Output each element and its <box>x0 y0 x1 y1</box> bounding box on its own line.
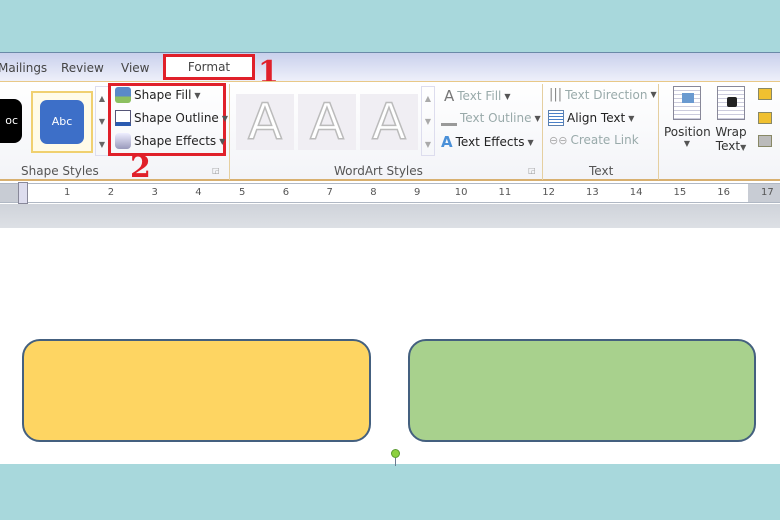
align-text-icon <box>548 110 564 126</box>
text-direction-button[interactable]: ||| Text Direction ▼ <box>549 87 657 102</box>
group-label-text: Text <box>589 164 614 178</box>
selection-pane-icon[interactable] <box>758 135 772 147</box>
shape-outline-label: Shape Outline <box>134 111 219 125</box>
create-link-button[interactable]: ⊖⊖ Create Link <box>549 133 639 147</box>
dialog-launcher-icon[interactable]: ◲ <box>528 166 536 175</box>
text-fill-button[interactable]: A Text Fill ▼ <box>444 87 511 105</box>
style-blue-label: Abc <box>40 100 84 144</box>
ruler-number: 9 <box>414 187 421 198</box>
wrap-text-icon <box>717 86 745 120</box>
text-outline-icon <box>441 110 457 126</box>
ruler-number: 14 <box>629 187 643 198</box>
tab-format[interactable]: Format <box>163 54 255 80</box>
text-outline-button[interactable]: Text Outline ▼ <box>441 110 541 126</box>
shape-outline-button[interactable]: Shape Outline ▼ <box>115 110 228 126</box>
create-link-label: Create Link <box>570 133 639 147</box>
horizontal-ruler[interactable]: 1 2 3 4 5 6 7 8 9 10 11 12 13 14 15 16 17 <box>0 182 780 204</box>
text-direction-icon: ||| <box>549 87 563 102</box>
ruler-number: 1 <box>64 187 71 198</box>
indent-marker[interactable] <box>18 182 28 204</box>
send-backward-icon[interactable] <box>758 112 772 124</box>
wordart-style-2[interactable]: A <box>298 93 356 151</box>
text-fill-label: Text Fill <box>457 89 502 103</box>
ruler-number: 4 <box>195 187 202 198</box>
tab-review[interactable]: Review <box>61 61 104 75</box>
position-label: Position <box>664 125 711 139</box>
position-button[interactable]: Position ▼ <box>664 86 711 162</box>
wrap-label: Wrap <box>715 125 747 139</box>
ribbon: oc Abc ▲ ▼ ▼ Shape Fill ▼ Shape Outline ▼ Sh… <box>0 81 780 185</box>
gallery-scroll[interactable]: ▲ ▼ ▼ <box>95 86 109 156</box>
text-direction-label: Text Direction <box>565 87 648 102</box>
ruler-number: 15 <box>673 187 687 198</box>
ruler-number: 13 <box>586 187 599 198</box>
pencil-icon <box>115 110 131 126</box>
ruler-number: 12 <box>542 187 555 198</box>
link-icon: ⊖⊖ <box>549 133 568 147</box>
dialog-launcher-icon[interactable]: ◲ <box>212 166 220 175</box>
wrap-text-button[interactable]: Wrap Text▼ <box>712 86 750 162</box>
text-effects-label: Text Effects <box>455 135 525 149</box>
word-window: Mailings Review View Format 1 oc Abc ▲ ▼ ▼… <box>0 52 780 466</box>
ruler-number: 7 <box>326 187 333 198</box>
paint-bucket-icon <box>115 87 131 103</box>
shape-effects-button[interactable]: Shape Effects ▼ <box>115 133 225 149</box>
position-icon <box>673 86 701 120</box>
text-effects-icon: A <box>441 133 453 151</box>
annotation-2: 2 <box>130 150 151 185</box>
style-black[interactable]: oc <box>0 99 22 143</box>
shape-effects-icon <box>115 133 131 149</box>
yellow-rounded-rectangle[interactable] <box>22 339 371 442</box>
group-label-shape-styles: Shape Styles <box>21 164 99 178</box>
ruler-number: 17 <box>761 187 774 198</box>
document-page[interactable] <box>0 228 780 466</box>
ruler-number: 5 <box>239 187 246 198</box>
text-outline-label: Text Outline <box>460 111 532 125</box>
ruler-number: 8 <box>370 187 377 198</box>
ruler-number: 3 <box>151 187 158 198</box>
ruler-number: 16 <box>717 187 730 198</box>
bring-forward-icon[interactable] <box>758 88 772 100</box>
wordart-style-1[interactable]: A <box>236 93 294 151</box>
style-blue-selected[interactable]: Abc <box>31 91 93 153</box>
rotation-handle[interactable] <box>391 449 400 458</box>
align-text-label: Align Text <box>567 111 626 125</box>
ruler-number: 10 <box>454 187 468 198</box>
wordart-style-3[interactable]: A <box>360 93 418 151</box>
text-effects-button[interactable]: A Text Effects ▼ <box>441 133 534 151</box>
wordart-scroll[interactable]: ▲ ▼ ▼ <box>421 86 435 156</box>
ribbon-tabs: Mailings Review View Format <box>0 53 780 81</box>
ruler-number: 6 <box>282 187 290 198</box>
shape-fill-button[interactable]: Shape Fill ▼ <box>115 87 201 103</box>
ruler-margin-area <box>0 204 780 228</box>
align-text-button[interactable]: Align Text ▼ <box>548 110 634 126</box>
wrap-text-label: Text <box>715 139 741 153</box>
shape-effects-label: Shape Effects <box>134 134 217 148</box>
tab-view[interactable]: View <box>121 61 149 75</box>
shape-fill-label: Shape Fill <box>134 88 192 102</box>
ruler-number: 2 <box>107 187 115 198</box>
letter-a-icon: A <box>444 87 455 105</box>
handle-line <box>395 458 396 466</box>
ruler-number: 11 <box>498 187 512 198</box>
green-rounded-rectangle[interactable] <box>408 339 756 442</box>
tab-mailings[interactable]: Mailings <box>0 61 47 75</box>
group-label-wordart-styles: WordArt Styles <box>334 164 423 178</box>
